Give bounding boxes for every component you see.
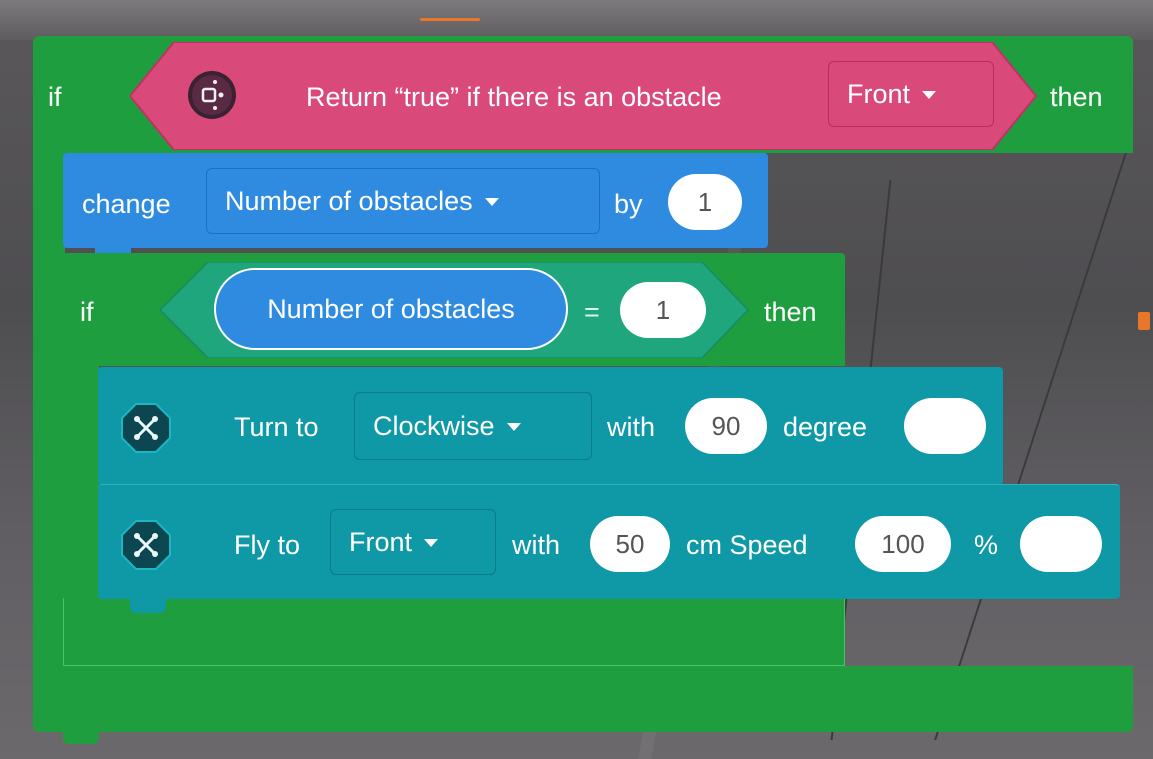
obstacle-condition-label: Return “true” if there is an obstacle xyxy=(306,82,722,112)
cm-speed-label: cm Speed xyxy=(686,530,808,560)
change-value-input[interactable]: 1 xyxy=(668,174,742,230)
compare-value-input[interactable]: 1 xyxy=(620,282,706,338)
equals-operator-label: = xyxy=(584,297,600,327)
rotation-dropdown[interactable]: Clockwise xyxy=(354,392,592,460)
chevron-down-icon xyxy=(424,539,439,547)
floor-light xyxy=(420,18,480,21)
chevron-down-icon xyxy=(484,198,499,206)
drone-icon xyxy=(120,519,172,571)
turn-to-label: Turn to xyxy=(234,412,319,442)
distance-input[interactable]: 50 xyxy=(590,516,670,572)
variable-dropdown-value: Number of obstacles xyxy=(225,185,473,216)
fly-with-label: with xyxy=(512,530,561,560)
inner-if-label: if xyxy=(80,297,94,327)
inner-then-label: then xyxy=(764,297,817,327)
variable-dropdown[interactable]: Number of obstacles xyxy=(206,168,600,234)
change-label: change xyxy=(82,189,171,219)
sky-strip xyxy=(0,0,1153,40)
rotation-dropdown-value: Clockwise xyxy=(373,410,495,441)
fly-block-notch xyxy=(130,597,166,613)
direction-dropdown-value: Front xyxy=(847,78,911,109)
outer-if-notch xyxy=(63,730,99,744)
fly-to-label: Fly to xyxy=(234,530,301,560)
direction-dropdown[interactable]: Front xyxy=(828,61,994,127)
degrees-input[interactable]: 90 xyxy=(685,398,767,454)
degree-label: degree xyxy=(783,412,868,442)
drone-icon xyxy=(120,402,172,454)
inner-if-footer xyxy=(63,598,845,666)
fly-extra-input[interactable] xyxy=(1020,516,1102,572)
variable-reporter[interactable]: Number of obstacles xyxy=(214,268,568,350)
floor-light xyxy=(1138,312,1150,330)
inner-if-arm xyxy=(63,364,99,614)
chevron-down-icon xyxy=(506,423,521,431)
outer-if-arm xyxy=(33,150,65,670)
by-label: by xyxy=(614,189,643,219)
turn-with-label: with xyxy=(607,412,656,442)
fly-direction-dropdown[interactable]: Front xyxy=(330,509,496,575)
turn-extra-input[interactable] xyxy=(904,398,986,454)
outer-if-footer xyxy=(33,666,1133,732)
percent-label: % xyxy=(974,530,999,560)
outer-then-label: then xyxy=(1050,82,1103,112)
speed-input[interactable]: 100 xyxy=(855,516,951,572)
chevron-down-icon xyxy=(922,91,937,99)
outer-if-label: if xyxy=(48,82,62,112)
sensor-icon xyxy=(186,69,238,121)
fly-direction-dropdown-value: Front xyxy=(349,526,413,557)
